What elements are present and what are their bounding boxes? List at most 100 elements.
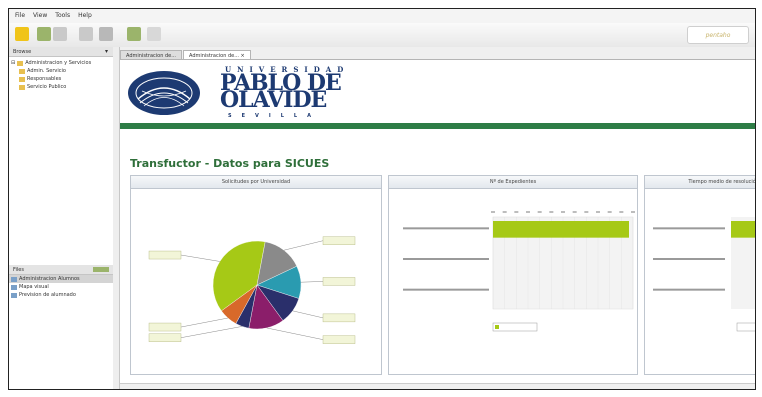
bar-chart-title: Nº de Expedientes	[389, 176, 637, 189]
time-chart-card: Tiempo medio de resolución	[644, 175, 756, 375]
pie-label-box	[322, 335, 356, 344]
tick-mark	[631, 211, 635, 213]
folder-tree: ⊟ Administracion y Servicios Admin. Servi…	[9, 57, 113, 93]
time-chart	[653, 217, 756, 332]
bar[interactable]	[493, 221, 629, 238]
category-label-mark	[403, 258, 489, 260]
chart-icon[interactable]	[127, 27, 141, 41]
collapse-icon[interactable]: ⊟	[11, 60, 15, 66]
file-item-label: Mapa visual	[19, 284, 49, 290]
pie-leader-line	[283, 240, 324, 251]
tick-mark	[502, 211, 507, 213]
document-icon[interactable]	[147, 27, 161, 41]
main-content: Administracion de... Administracion de..…	[120, 47, 756, 389]
bar-chart-card: Nº de Expedientes	[388, 175, 638, 375]
pie-leader-line	[180, 317, 228, 328]
file-item-label: Administracion Alumnos	[19, 276, 80, 282]
folder-icon	[17, 60, 24, 66]
tree-item-label: Admin. Servicio	[27, 68, 66, 74]
pie-label-box	[322, 277, 356, 286]
pin-icon[interactable]: ▾	[105, 48, 108, 55]
tick-mark	[514, 211, 519, 213]
pie-leader-line	[180, 254, 220, 262]
pie-label-box	[322, 313, 356, 323]
tab-report-2[interactable]: Administracion de... ×	[182, 50, 251, 59]
university-seal-icon	[128, 71, 200, 115]
tick-mark	[607, 211, 612, 213]
bar-chart	[403, 211, 635, 332]
page-title: Transfuctor - Datos para SICUES	[130, 157, 330, 170]
grid-icon[interactable]	[53, 27, 67, 41]
tree-item-label: Administracion y Servicios	[25, 60, 92, 66]
menu-tools[interactable]: Tools	[55, 12, 70, 20]
files-panel: Files Administracion Alumnos Mapa visual…	[9, 265, 113, 299]
left-panel: Browse ▾ ⊟ Administracion y Servicios Adm…	[9, 47, 114, 389]
tick-mark	[596, 211, 600, 213]
files-panel-title: Files	[13, 267, 24, 273]
file-item-label: Prevision de alumnado	[19, 292, 76, 298]
pie-leader-line	[180, 326, 243, 338]
toolbar: pentaho	[9, 23, 755, 48]
file-item[interactable]: Administracion Alumnos	[9, 275, 113, 283]
pie-label-box	[148, 250, 182, 260]
tick-mark	[549, 211, 554, 213]
pie-chart	[148, 236, 356, 344]
pie-leader-line	[266, 327, 324, 340]
banner-green-bar	[120, 123, 755, 129]
folder-icon	[19, 68, 25, 74]
legend	[736, 322, 755, 332]
tree-item-label: Responsables	[27, 76, 62, 82]
menu-view[interactable]: View	[33, 12, 47, 20]
banner-olavide-text: OLAVIDE	[220, 87, 327, 113]
banner-sevilla-text: SEVILLA	[228, 113, 321, 119]
category-label-mark	[653, 258, 725, 260]
folder-icon	[19, 76, 25, 82]
time-chart-title: Tiempo medio de resolución	[645, 176, 755, 189]
tick-mark	[572, 211, 577, 213]
tree-item[interactable]: Servicio Publico	[11, 83, 111, 91]
file-icon	[11, 276, 17, 282]
tick-mark	[537, 211, 542, 213]
table-icon[interactable]	[79, 27, 93, 41]
pie-label-box	[148, 322, 182, 332]
category-label-mark	[653, 227, 725, 230]
pie-leader-line	[292, 310, 324, 319]
pie-label-box	[322, 236, 356, 245]
tick-mark	[491, 211, 495, 213]
tick-mark	[561, 211, 565, 213]
tick-mark	[584, 211, 589, 213]
pencil-icon[interactable]	[15, 27, 29, 41]
tick-mark	[619, 211, 624, 213]
tree-item[interactable]: Admin. Servicio	[11, 67, 111, 75]
bottom-scroll-strip[interactable]	[120, 383, 755, 389]
category-label-mark	[403, 227, 489, 230]
tree-item[interactable]: Responsables	[11, 75, 111, 83]
brand-button[interactable]: pentaho	[687, 26, 749, 44]
pie-label-box	[148, 333, 182, 342]
pie-chart-title: Solicitudes por Universidad	[131, 176, 381, 189]
university-banner: UNIVERSIDAD PABLO DE OLAVIDE SEVILLA	[120, 59, 755, 119]
file-icon	[11, 292, 17, 298]
category-label-mark	[653, 288, 725, 291]
category-label-mark	[403, 288, 489, 291]
folder-icon	[19, 84, 25, 90]
tree-item[interactable]: ⊟ Administracion y Servicios	[11, 59, 111, 67]
pie-leader-line	[300, 281, 324, 283]
files-panel-header: Files	[9, 265, 113, 275]
pie-chart-card: Solicitudes por Universidad	[130, 175, 382, 375]
panel-splitter[interactable]	[113, 47, 120, 389]
browse-panel-header: Browse ▾	[9, 47, 113, 57]
grid-icon[interactable]	[37, 27, 51, 41]
menu-bar: File View Tools Help	[9, 9, 755, 23]
application-window: File View Tools Help pentaho Browse ▾ ⊟ A…	[8, 8, 756, 390]
bar[interactable]	[731, 221, 756, 238]
panel-buttons-icon[interactable]	[93, 267, 109, 272]
menu-help[interactable]: Help	[78, 12, 92, 20]
menu-file[interactable]: File	[15, 12, 25, 20]
bar-chart-icon[interactable]	[99, 27, 113, 41]
file-icon	[11, 284, 17, 290]
file-item[interactable]: Mapa visual	[9, 283, 113, 291]
tick-mark	[526, 211, 530, 213]
file-item[interactable]: Prevision de alumnado	[9, 291, 113, 299]
tab-report-1[interactable]: Administracion de...	[120, 50, 182, 59]
